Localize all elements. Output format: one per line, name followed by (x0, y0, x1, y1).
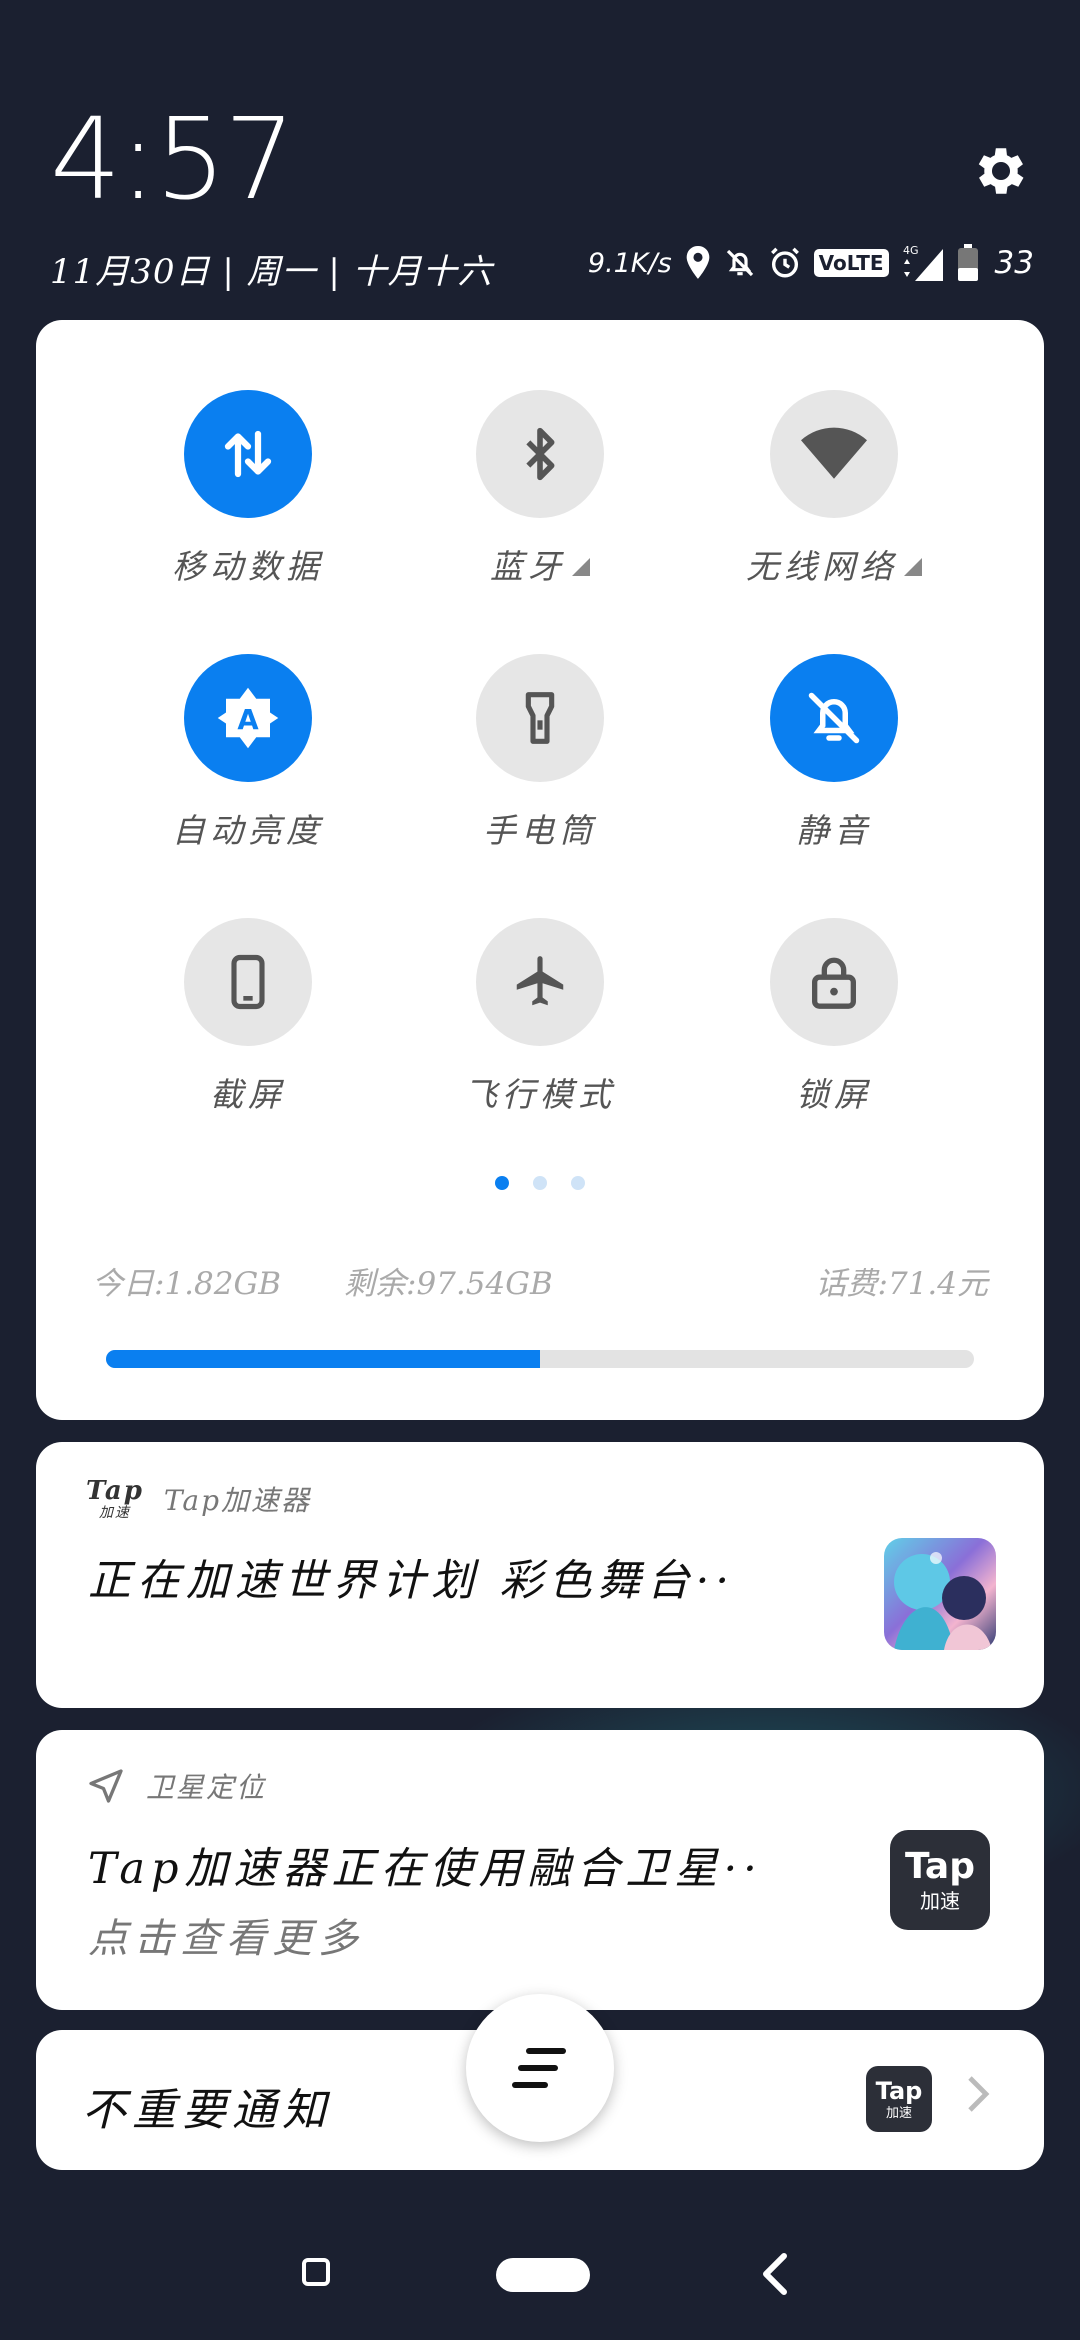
clear-notifications-button[interactable] (466, 1994, 614, 2142)
quick-settings-panel: 移动数据 蓝牙 无线网络 A 自动亮度 手电筒 静音 截屏 飞行模式 锁屏 今日… (36, 320, 1044, 1420)
data-used-today: 今日:1.82GB (92, 1266, 282, 1302)
network-speed: 9.1K/s (587, 247, 672, 279)
notification-app-name: Tap加速器 (163, 1484, 312, 1517)
page-indicator (36, 1176, 1044, 1190)
airplane-icon (516, 956, 564, 1006)
tile-flashlight[interactable]: 手电筒 (390, 654, 690, 852)
tile-label: 无线网络 (746, 547, 898, 586)
notification-title: 正在加速世界计划 彩色舞台·· (88, 1556, 736, 1606)
tile-label: 静音 (796, 811, 872, 850)
tap-app-logo-small: Tap 加速 (866, 2066, 932, 2132)
unimportant-notifications-label: 不重要通知 (82, 2085, 332, 2136)
tile-label: 手电筒 (483, 811, 597, 850)
chevron-right-icon[interactable] (966, 2074, 990, 2124)
network-type: 4G (903, 244, 919, 257)
notification-title: Tap加速器正在使用融合卫星·· (88, 1844, 763, 1894)
notification-app-name: 卫星定位 (146, 1771, 267, 1804)
tile-mobile-data[interactable]: 移动数据 (98, 390, 398, 588)
auto-brightness-icon: A (217, 687, 279, 749)
tap-app-logo: Tap 加速 (890, 1830, 990, 1930)
page-dot[interactable] (495, 1176, 509, 1190)
expand-triangle-icon[interactable] (572, 558, 590, 576)
tile-label: 移动数据 (172, 547, 324, 586)
flashlight-icon (525, 692, 555, 744)
signal-icon: 4G (903, 244, 943, 281)
settings-gear-icon[interactable] (970, 140, 1032, 202)
mobile-data-icon (224, 430, 272, 478)
tile-bluetooth[interactable]: 蓝牙 (390, 390, 690, 588)
tap-app-icon: Tap 加速 (86, 1476, 144, 1521)
tile-screenshot[interactable]: 截屏 (98, 918, 398, 1116)
page-dot[interactable] (533, 1176, 547, 1190)
bluetooth-icon (526, 427, 555, 481)
tile-label: 锁屏 (796, 1075, 872, 1114)
volte-badge: VoLTE (813, 249, 889, 277)
page-dot[interactable] (571, 1176, 585, 1190)
silent-icon (808, 692, 860, 744)
battery-icon (957, 244, 978, 281)
notification-satellite-location[interactable]: 卫星定位 Tap加速器正在使用融合卫星·· 点击查看更多 Tap 加速 (36, 1730, 1044, 2010)
clear-all-icon (512, 2048, 566, 2088)
location-icon (686, 246, 710, 279)
svg-text:A: A (237, 704, 259, 736)
clock[interactable]: 4:57 (50, 95, 296, 225)
expand-triangle-icon[interactable] (904, 558, 922, 576)
tile-airplane-mode[interactable]: 飞行模式 (390, 918, 690, 1116)
date-line: 11月30日 | 周一 | 十月十六 (50, 252, 493, 292)
data-remaining: 剩余:97.54GB (344, 1266, 553, 1302)
alarm-icon (770, 247, 799, 278)
recents-button[interactable] (302, 2258, 330, 2286)
data-usage-bar (106, 1350, 974, 1368)
data-usage-fill (106, 1350, 540, 1368)
phone-balance: 话费:71.4元 (815, 1266, 988, 1302)
tile-silent[interactable]: 静音 (684, 654, 984, 852)
lock-icon (812, 957, 856, 1009)
status-icons: 9.1K/s VoLTE 4G 33 (588, 240, 1034, 286)
tile-label: 飞行模式 (464, 1075, 616, 1114)
navigation-arrow-icon (89, 1769, 123, 1803)
notification-subtitle: 点击查看更多 (88, 1916, 364, 1962)
tile-wifi[interactable]: 无线网络 (684, 390, 984, 588)
screenshot-icon (231, 954, 265, 1010)
notification-tap-accelerator[interactable]: Tap 加速 Tap加速器 正在加速世界计划 彩色舞台·· (36, 1442, 1044, 1708)
wifi-icon (801, 427, 867, 479)
tile-label: 自动亮度 (172, 811, 324, 850)
tile-label: 蓝牙 (490, 547, 566, 586)
battery-percent: 33 (994, 245, 1034, 281)
bell-off-icon (726, 249, 753, 277)
tile-lock-screen[interactable]: 锁屏 (684, 918, 984, 1116)
tile-label: 截屏 (210, 1075, 286, 1114)
home-button[interactable] (496, 2258, 590, 2292)
tile-auto-brightness[interactable]: A 自动亮度 (98, 654, 398, 852)
game-thumbnail-image (884, 1538, 996, 1650)
back-button[interactable] (756, 2252, 796, 2296)
